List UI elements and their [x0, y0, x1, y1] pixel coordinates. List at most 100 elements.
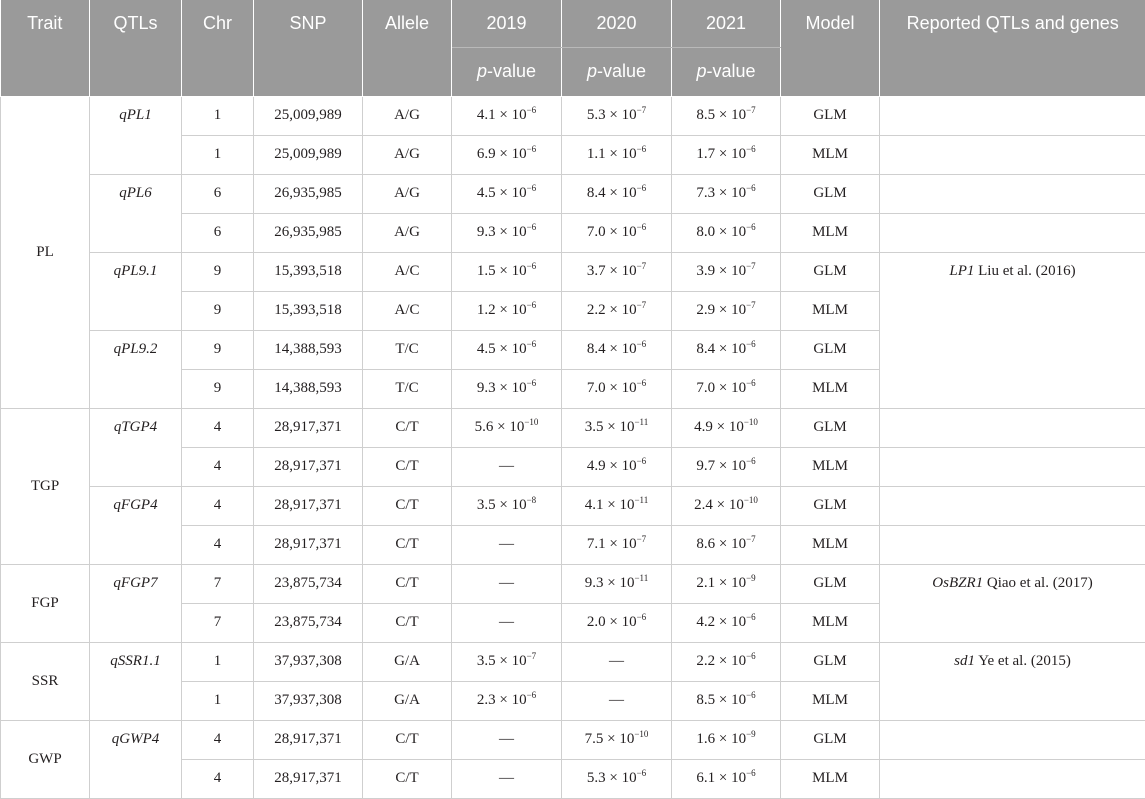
model-cell: MLM	[781, 759, 880, 798]
base: 10	[622, 770, 637, 786]
times-sign: ×	[719, 263, 727, 279]
base: 10	[731, 653, 746, 669]
pvalue-2019-cell: 6.9 × 10−6	[452, 135, 562, 174]
exponent: −6	[527, 222, 537, 232]
times-sign: ×	[719, 692, 727, 708]
times-sign: ×	[609, 107, 617, 123]
mantissa: 7.3	[696, 185, 715, 201]
mantissa: 2.4	[694, 497, 713, 513]
base: 10	[512, 263, 527, 279]
base: 10	[512, 653, 527, 669]
model-cell: GLM	[781, 330, 880, 369]
model-cell: GLM	[781, 486, 880, 525]
chr-cell: 7	[182, 564, 254, 603]
trait-cell: PL	[1, 96, 90, 408]
pvalue-2020-cell: 5.3 × 10−6	[562, 759, 672, 798]
allele-cell: C/T	[363, 720, 452, 759]
exponent: −6	[637, 144, 647, 154]
times-sign: ×	[609, 146, 617, 162]
snp-cell: 26,935,985	[254, 174, 363, 213]
times-sign: ×	[719, 770, 727, 786]
reported-citation: Liu et al. (2016)	[974, 263, 1075, 279]
mantissa: 4.5	[477, 185, 496, 201]
chr-cell: 4	[182, 447, 254, 486]
base: 10	[731, 302, 746, 318]
times-sign: ×	[609, 224, 617, 240]
model-cell: GLM	[781, 564, 880, 603]
missing-value: —	[499, 770, 514, 786]
pvalue-rest: -value	[706, 61, 755, 81]
base: 10	[619, 497, 634, 513]
pvalue-2019-cell: —	[452, 603, 562, 642]
pvalue-2021-cell: 7.3 × 10−6	[672, 174, 781, 213]
header-2021: 2021	[672, 0, 781, 47]
reported-gene: sd1	[954, 653, 975, 669]
mantissa: 7.0	[696, 380, 715, 396]
qtl-cell: qFGP7	[90, 564, 182, 642]
table-row: TGPqTGP4428,917,371C/T5.6 × 10−103.5 × 1…	[1, 408, 1145, 447]
exponent: −6	[746, 651, 756, 661]
pvalue-2021-cell: 3.9 × 10−7	[672, 252, 781, 291]
mantissa: 2.9	[696, 302, 715, 318]
base: 10	[731, 692, 746, 708]
times-sign: ×	[499, 380, 507, 396]
qtl-cell: qPL1	[90, 96, 182, 174]
pvalue-2020-cell: 7.0 × 10−6	[562, 213, 672, 252]
mantissa: 4.9	[587, 458, 606, 474]
times-sign: ×	[499, 185, 507, 201]
mantissa: 6.1	[696, 770, 715, 786]
exponent: −6	[527, 144, 537, 154]
pvalue-2019-cell: —	[452, 759, 562, 798]
exponent: −6	[637, 612, 647, 622]
pvalue-2019-cell: 9.3 × 10−6	[452, 369, 562, 408]
pvalue-2019-cell: 2.3 × 10−6	[452, 681, 562, 720]
model-cell: MLM	[781, 681, 880, 720]
reported-cell	[880, 525, 1145, 564]
table-row: qPL9.1915,393,518A/C1.5 × 10−63.7 × 10−7…	[1, 252, 1145, 291]
missing-value: —	[499, 575, 514, 591]
times-sign: ×	[609, 614, 617, 630]
chr-cell: 9	[182, 291, 254, 330]
pvalue-2021-cell: 7.0 × 10−6	[672, 369, 781, 408]
times-sign: ×	[719, 185, 727, 201]
pvalue-rest: -value	[487, 61, 536, 81]
pvalue-2021-cell: 8.5 × 10−6	[672, 681, 781, 720]
pvalue-2020-cell: 9.3 × 10−11	[562, 564, 672, 603]
pvalue-2020-cell: 4.9 × 10−6	[562, 447, 672, 486]
table-row: PLqPL1125,009,989A/G4.1 × 10−65.3 × 10−7…	[1, 96, 1145, 135]
mantissa: 6.9	[477, 146, 496, 162]
missing-value: —	[499, 614, 514, 630]
exponent: −6	[637, 456, 647, 466]
pvalue-2019-cell: —	[452, 720, 562, 759]
qtl-cell: qFGP4	[90, 486, 182, 564]
snp-cell: 28,917,371	[254, 525, 363, 564]
pvalue-2021-cell: 8.0 × 10−6	[672, 213, 781, 252]
times-sign: ×	[499, 692, 507, 708]
chr-cell: 4	[182, 525, 254, 564]
base: 10	[512, 146, 527, 162]
base: 10	[731, 263, 746, 279]
model-cell: GLM	[781, 174, 880, 213]
pvalue-2021-cell: 8.4 × 10−6	[672, 330, 781, 369]
trait-cell: TGP	[1, 408, 90, 564]
missing-value: —	[499, 458, 514, 474]
mantissa: 4.5	[477, 341, 496, 357]
mantissa: 8.4	[696, 341, 715, 357]
allele-cell: G/A	[363, 681, 452, 720]
exponent: −6	[527, 261, 537, 271]
header-snp: SNP	[254, 0, 363, 96]
times-sign: ×	[609, 185, 617, 201]
header-reported: Reported QTLs and genes	[880, 0, 1145, 96]
mantissa: 8.0	[696, 224, 715, 240]
reported-gene: OsBZR1	[932, 575, 983, 591]
mantissa: 9.3	[477, 380, 496, 396]
header-allele: Allele	[363, 0, 452, 96]
mantissa: 1.1	[587, 146, 606, 162]
chr-cell: 4	[182, 408, 254, 447]
snp-cell: 28,917,371	[254, 486, 363, 525]
snp-cell: 15,393,518	[254, 291, 363, 330]
base: 10	[512, 302, 527, 318]
times-sign: ×	[609, 458, 617, 474]
base: 10	[622, 107, 637, 123]
table-header: Trait QTLs Chr SNP Allele 2019 2020 2021…	[1, 0, 1145, 96]
